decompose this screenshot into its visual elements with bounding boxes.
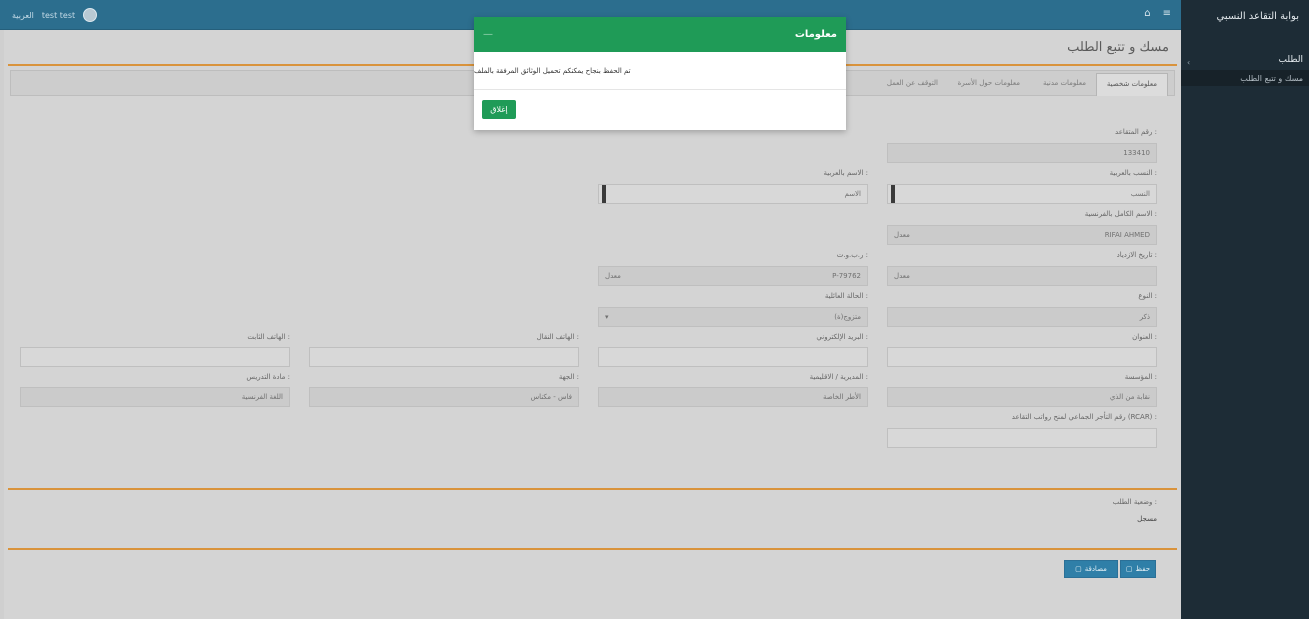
- retiree-number-field: 133410: [887, 143, 1157, 163]
- full-name-fr-hint: معدل: [894, 231, 910, 239]
- cin-hint: معدل: [605, 272, 621, 280]
- chevron-down-icon: ▾: [605, 313, 609, 321]
- modal-body: تم الحفظ بنجاح يمكنكم تحميل الوثائق المر…: [474, 52, 846, 90]
- cin-field: معدل P-79762: [598, 266, 868, 286]
- tab-personal-info[interactable]: معلومات شخصية: [1095, 73, 1168, 96]
- birth-date-hint: معدل: [894, 272, 910, 280]
- first-name-ar-label: الاسم بالعربية :: [823, 169, 868, 177]
- tab-family-info[interactable]: معلومات حول الأسرة: [948, 73, 1030, 96]
- modal-title: معلومات: [794, 29, 837, 40]
- birth-date-label: تاريخ الازدياد :: [1116, 251, 1157, 259]
- user-menu[interactable]: العربية test test: [12, 8, 98, 22]
- save-button-label: حفظ: [1135, 565, 1151, 573]
- save-icon: ▢: [1125, 565, 1133, 573]
- region-field: فاس - مكناس: [309, 387, 579, 407]
- modal-header: — معلومات: [474, 17, 846, 52]
- username[interactable]: test test: [42, 11, 75, 20]
- marital-status-value: متزوج(ة): [834, 313, 861, 321]
- sidebar-brand[interactable]: بوابة التقاعد النسبي: [1181, 0, 1309, 32]
- gender-label: النوع :: [1138, 292, 1157, 300]
- mobile-phone-label: الهاتف النقال :: [536, 333, 579, 341]
- page-title: مسك و تتبع الطلب: [1067, 40, 1169, 55]
- close-icon[interactable]: —: [483, 29, 493, 40]
- modal-message: تم الحفظ بنجاح يمكنكم تحميل الوثائق المر…: [474, 66, 631, 75]
- menu-toggle-icon[interactable]: ≡: [1163, 8, 1171, 19]
- teaching-subject-value: اللغة الفرنسية: [241, 393, 283, 401]
- keyboard-lang-icon[interactable]: [602, 185, 606, 203]
- teaching-subject-label: مادة التدريس :: [246, 373, 290, 381]
- save-button[interactable]: ▢ حفظ: [1120, 560, 1156, 578]
- info-modal: — معلومات تم الحفظ بنجاح يمكنكم تحميل ال…: [474, 17, 846, 130]
- gender-value: ذكر: [1139, 313, 1150, 321]
- confirm-button-label: مصادقة: [1084, 565, 1107, 573]
- rcar-number-label: رقم التأجر الجماعي لمنح رواتب التقاعد (R…: [1011, 413, 1157, 421]
- marital-status-label: الحالة العائلية :: [824, 292, 868, 300]
- tab-work-stop[interactable]: التوقف عن العمل: [877, 73, 948, 96]
- gender-field: ذكر: [887, 307, 1157, 327]
- retiree-number-label: رقم المتقاعد :: [1115, 128, 1157, 136]
- teaching-subject-field: اللغة الفرنسية: [20, 387, 290, 407]
- chevron-left-icon[interactable]: ‹: [1187, 58, 1190, 67]
- directorate-label: المديرية / الاقليمية :: [809, 373, 868, 381]
- section-divider: [8, 488, 1177, 490]
- save-icon: ▢: [1075, 565, 1082, 573]
- sidebar-item-label: الطلب: [1278, 55, 1303, 65]
- modal-footer: إغلاق: [474, 90, 846, 129]
- language-switch[interactable]: العربية: [12, 11, 34, 20]
- address-label: العنوان :: [1132, 333, 1157, 341]
- address-input[interactable]: [887, 347, 1157, 367]
- directorate-field: الأطر الخاصة: [598, 387, 868, 407]
- region-value: فاس - مكناس: [530, 393, 572, 401]
- request-status-value: مسجل: [1137, 515, 1157, 523]
- last-name-ar-input[interactable]: النسب: [887, 184, 1157, 204]
- mobile-phone-input[interactable]: [309, 347, 579, 367]
- last-name-ar-label: النسب بالعربية :: [1109, 169, 1157, 177]
- region-label: الجهة :: [558, 373, 579, 381]
- cin-label: ر.ب.و.ت :: [836, 251, 868, 259]
- directorate-value: الأطر الخاصة: [822, 393, 861, 401]
- sidebar-item-track-request[interactable]: مسك و تتبع الطلب: [1181, 70, 1309, 86]
- retiree-number-value: 133410: [1123, 149, 1150, 157]
- section-divider: [8, 548, 1177, 550]
- modal-close-button[interactable]: إغلاق: [482, 100, 516, 119]
- sidebar-item-label: مسك و تتبع الطلب: [1240, 73, 1303, 83]
- first-name-ar-value: الاسم: [844, 190, 861, 198]
- landline-phone-input[interactable]: [20, 347, 290, 367]
- cin-value: P-79762: [832, 272, 861, 280]
- email-label: البريد الإلكتروني :: [816, 333, 868, 341]
- landline-phone-label: الهاتف الثابت :: [247, 333, 290, 341]
- keyboard-lang-icon[interactable]: [891, 185, 895, 203]
- institution-field: نقابة من الذي: [887, 387, 1157, 407]
- institution-value: نقابة من الذي: [1109, 393, 1150, 401]
- institution-label: المؤسسة :: [1124, 373, 1157, 381]
- last-name-ar-value: النسب: [1130, 190, 1150, 198]
- email-input[interactable]: [598, 347, 868, 367]
- marital-status-select[interactable]: ▾ متزوج(ة): [598, 307, 868, 327]
- home-icon[interactable]: ⌂: [1144, 8, 1150, 19]
- confirm-button[interactable]: ▢ مصادقة: [1064, 560, 1118, 578]
- request-status-label: وضعية الطلب :: [1112, 498, 1157, 506]
- sidebar-item-request[interactable]: الطلب: [1181, 50, 1309, 70]
- full-name-fr-field: معدل RIFAI AHMED: [887, 225, 1157, 245]
- sidebar: بوابة التقاعد النسبي الطلب مسك و تتبع ال…: [1181, 0, 1309, 619]
- full-name-fr-value: RIFAI AHMED: [1104, 231, 1150, 239]
- birth-date-field: معدل: [887, 266, 1157, 286]
- rcar-number-input[interactable]: [887, 428, 1157, 448]
- avatar[interactable]: [83, 8, 98, 22]
- tab-civil-info[interactable]: معلومات مدنية: [1033, 73, 1096, 96]
- full-name-fr-label: الاسم الكامل بالفرنسية :: [1084, 210, 1157, 218]
- first-name-ar-input[interactable]: الاسم: [598, 184, 868, 204]
